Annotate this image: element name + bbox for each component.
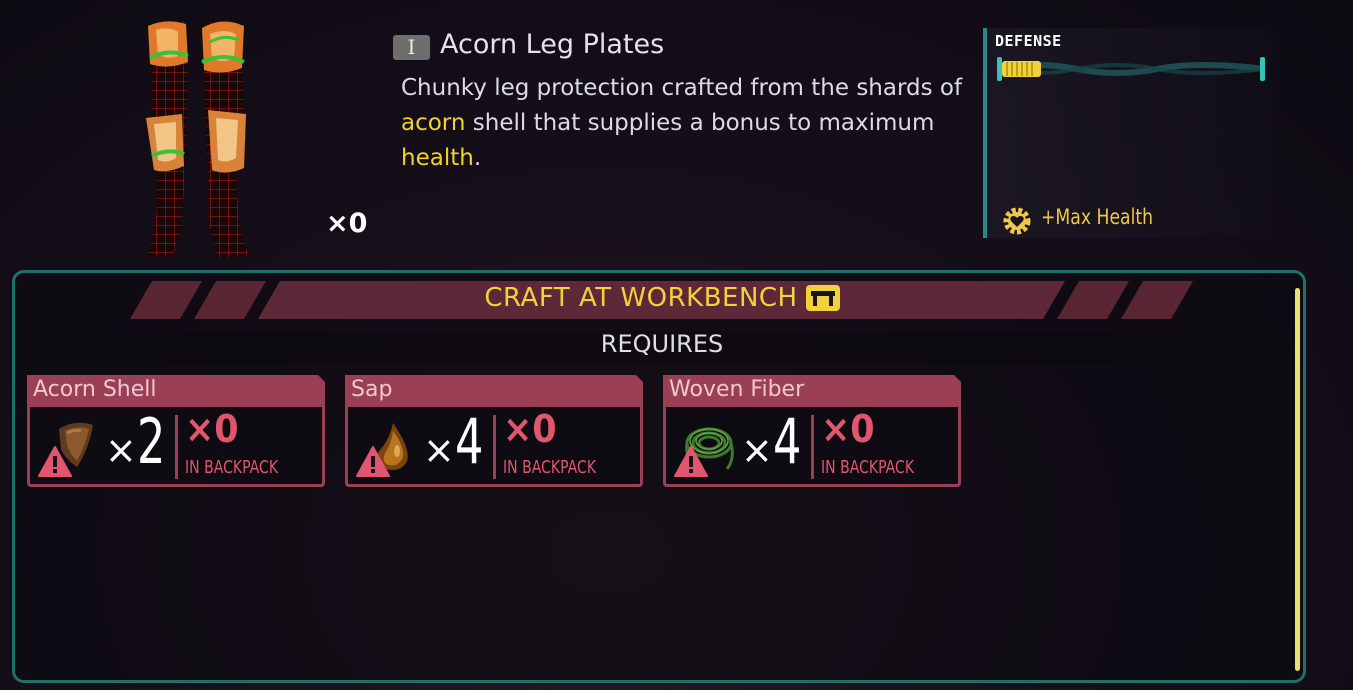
owned-count: ×0 [326,208,368,239]
keyword-health: health [401,145,474,171]
stats-panel: DEFENSE +Max Health [983,28,1273,238]
card-divider [811,415,814,479]
warning-icon [356,445,390,479]
requirement-name: Woven Fiber [669,377,805,402]
requirement-card[interactable]: Sap ×4 ×0 IN BACKPACK [345,375,643,487]
required-quantity: ×4 [423,405,484,478]
scrollbar[interactable] [1295,288,1300,671]
defense-bar [997,55,1266,83]
card-divider [493,415,496,479]
item-description: Chunky leg protection crafted from the s… [401,75,963,171]
owned-quantity: ×0 [185,407,239,451]
warning-icon [38,445,72,479]
heart-gear-icon [1003,207,1031,235]
owned-quantity: ×0 [821,407,875,451]
card-divider [175,415,178,479]
tier-badge: I [393,35,430,60]
warning-icon [674,445,708,479]
requires-label: REQUIRES [600,330,724,358]
card-header: Acorn Shell [27,375,325,409]
craft-panel: CRAFT AT WORKBENCH REQUIRES Acorn Shell [12,270,1306,683]
required-quantity: ×2 [105,405,166,478]
workbench-icon [805,285,840,311]
item-title: Acorn Leg Plates [440,29,665,60]
requirement-card[interactable]: Woven Fiber ×4 ×0 IN BACKPACK [663,375,961,487]
defense-label: DEFENSE [995,32,1062,50]
item-preview-image [138,18,258,263]
perk-label: +Max Health [1041,205,1154,229]
craft-title-text: CRAFT AT WORKBENCH [484,283,798,313]
stats-divider [983,28,987,238]
in-backpack-label: IN BACKPACK [503,457,597,478]
required-quantity: ×4 [741,405,802,478]
owned-quantity: ×0 [503,407,557,451]
in-backpack-label: IN BACKPACK [185,457,279,478]
requirement-name: Sap [351,377,393,402]
craft-title: CRAFT AT WORKBENCH [15,273,1309,323]
in-backpack-label: IN BACKPACK [821,457,915,478]
requirement-card[interactable]: Acorn Shell ×2 ×0 IN BACKPACK [27,375,325,487]
requirement-name: Acorn Shell [33,377,157,402]
card-header: Woven Fiber [663,375,961,409]
keyword-acorn: acorn [401,110,466,136]
card-header: Sap [345,375,643,409]
